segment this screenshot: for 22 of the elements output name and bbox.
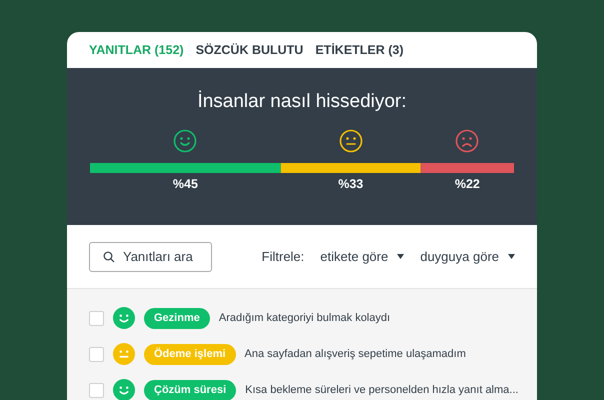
caret-icon [508, 254, 515, 259]
checkbox[interactable] [89, 310, 104, 326]
percentage-label: %45 [172, 176, 198, 190]
filter-dropdown[interactable]: etikete göre [320, 246, 404, 266]
percentage-label: %33 [338, 176, 364, 190]
caret-icon [397, 254, 404, 259]
checkbox[interactable] [89, 382, 104, 398]
filter-label: Filtrele: [262, 248, 304, 266]
tag: Ödeme işlemi [144, 344, 236, 364]
tag: Gezinme [144, 308, 210, 328]
search-field[interactable]: Yanıtları ara [89, 242, 212, 272]
response-text: Aradığım kategoriyi bulmak kolaydı [218, 310, 390, 326]
tab[interactable]: ETİKETLER (3) [315, 40, 404, 60]
checkbox[interactable] [89, 346, 104, 362]
search-icon [103, 250, 115, 262]
panel-title: İnsanlar nasıl hissediyor: [197, 90, 407, 114]
response-text: Kısa bekleme süreleri ve personelden hızla yanıt alma... [245, 382, 518, 398]
tab[interactable]: SÖZCÜK BULUTU [196, 40, 304, 60]
tag: Çözüm süresi [144, 380, 236, 400]
percentage-label: %22 [454, 176, 480, 190]
response-text: Ana sayfadan alışveriş sepetime ulaşamadım [244, 346, 466, 362]
filter-dropdown[interactable]: duyguya göre [420, 246, 515, 266]
